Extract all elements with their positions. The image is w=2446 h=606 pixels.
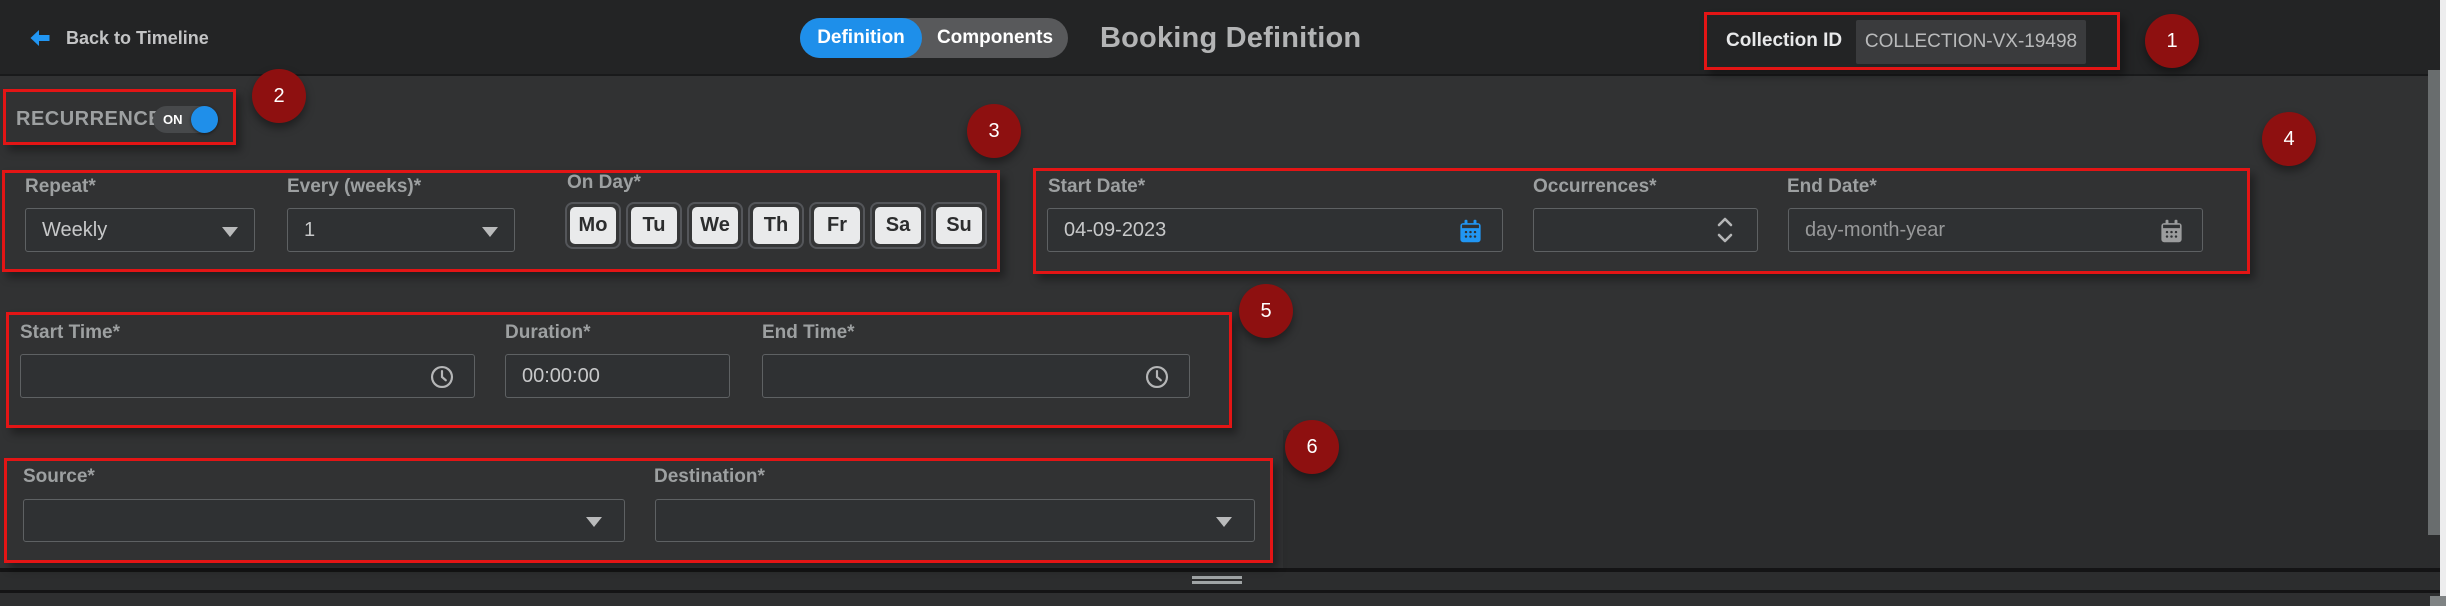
definition-components-toggle: Definition Components <box>800 18 1068 58</box>
destination-select[interactable] <box>655 499 1255 542</box>
repeat-select[interactable]: Weekly <box>25 208 255 252</box>
chevron-down-icon <box>1216 517 1232 527</box>
back-to-timeline-label: Back to Timeline <box>66 28 209 49</box>
calendar-icon[interactable] <box>1456 217 1484 245</box>
splitter-bar[interactable] <box>0 572 2446 590</box>
day-button-sa[interactable]: Sa <box>875 207 921 244</box>
annotation-badge-4: 4 <box>2262 112 2316 166</box>
start-time-input[interactable] <box>20 354 475 398</box>
source-label: Source* <box>23 466 95 488</box>
clock-icon[interactable] <box>428 363 455 390</box>
end-date-input[interactable] <box>1788 208 2203 252</box>
tab-definition[interactable]: Definition <box>800 18 922 58</box>
on-day-label: On Day* <box>567 172 641 194</box>
splitter-grip-icon[interactable] <box>1192 581 1242 584</box>
clock-icon[interactable] <box>1143 363 1170 390</box>
day-frame-th: Th <box>748 202 804 249</box>
annotation-badge-5: 5 <box>1239 284 1293 338</box>
day-button-fr[interactable]: Fr <box>814 207 860 244</box>
day-button-tu[interactable]: Tu <box>631 207 677 244</box>
annotation-badge-3: 3 <box>967 104 1021 158</box>
scrollbar-track[interactable] <box>2440 0 2446 606</box>
annotation-badge-1: 1 <box>2145 14 2199 68</box>
tab-components[interactable]: Components <box>922 18 1068 58</box>
toggle-knob[interactable] <box>191 106 218 133</box>
day-frame-fr: Fr <box>809 202 865 249</box>
end-time-label: End Time* <box>762 322 855 344</box>
booking-definition-screen: Back to Timeline Definition Components B… <box>0 0 2446 606</box>
scrollbar-corner <box>2430 596 2446 606</box>
day-frame-tu: Tu <box>626 202 682 249</box>
day-frame-su: Su <box>931 202 987 249</box>
chevron-down-icon <box>222 227 238 237</box>
source-select[interactable] <box>23 499 625 542</box>
recurrences-toggle[interactable]: ON <box>153 106 217 133</box>
start-date-input[interactable] <box>1047 208 1503 252</box>
calendar-icon[interactable] <box>2157 217 2185 245</box>
every-weeks-select[interactable]: 1 <box>287 208 515 252</box>
chevron-down-icon <box>482 227 498 237</box>
annotation-badge-6: 6 <box>1285 420 1339 474</box>
top-bar: Back to Timeline Definition Components B… <box>0 0 2446 76</box>
repeat-label: Repeat* <box>25 176 96 198</box>
back-to-timeline-link[interactable]: Back to Timeline <box>28 22 209 54</box>
recurrences-label: RECURRENCES <box>16 108 176 131</box>
spinner-up-down-icon[interactable] <box>1712 214 1738 246</box>
start-time-label: Start Time* <box>20 322 120 344</box>
page-title: Booking Definition <box>1100 22 1361 55</box>
day-button-mo[interactable]: Mo <box>570 207 616 244</box>
annotation-badge-2: 2 <box>252 69 306 123</box>
day-button-th[interactable]: Th <box>753 207 799 244</box>
day-button-su[interactable]: Su <box>936 207 982 244</box>
end-time-input[interactable] <box>762 354 1190 398</box>
start-date-label: Start Date* <box>1048 176 1145 198</box>
collection-id-value: COLLECTION-VX-19498 <box>1856 20 2086 64</box>
toggle-on-label: ON <box>163 112 183 127</box>
destination-label: Destination* <box>654 466 765 488</box>
collection-id-label: Collection ID <box>1726 30 1842 52</box>
day-frame-sa: Sa <box>870 202 926 249</box>
every-weeks-value: 1 <box>304 219 315 242</box>
day-frame-mo: Mo <box>565 202 621 249</box>
day-frame-we: We <box>687 202 743 249</box>
splitter-grip-icon[interactable] <box>1192 576 1242 579</box>
back-arrow-icon <box>28 26 52 50</box>
repeat-value: Weekly <box>42 219 107 242</box>
every-weeks-label: Every (weeks)* <box>287 176 421 198</box>
duration-input[interactable] <box>505 354 730 398</box>
background-region <box>1283 430 2440 568</box>
bottom-panel-edge <box>0 593 2446 606</box>
scrollbar-thumb[interactable] <box>2428 70 2440 535</box>
day-button-we[interactable]: We <box>692 207 738 244</box>
end-date-label: End Date* <box>1787 176 1877 198</box>
occurrences-label: Occurrences* <box>1533 176 1657 198</box>
chevron-down-icon <box>586 517 602 527</box>
duration-label: Duration* <box>505 322 591 344</box>
